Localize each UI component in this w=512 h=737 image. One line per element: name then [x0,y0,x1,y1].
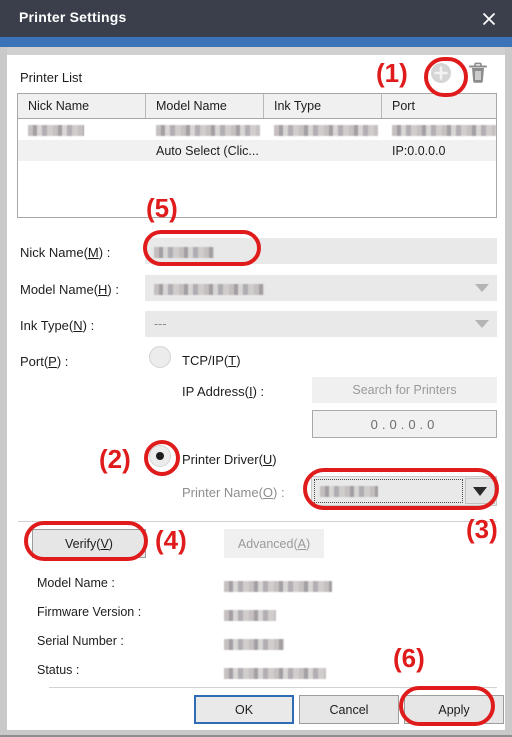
redacted-value [154,284,264,295]
redacted-value [392,124,496,136]
table-row[interactable] [18,119,496,140]
serial-number-info-label: Serial Number : [37,634,124,648]
status-info-value [224,665,326,683]
firmware-version-info-value [224,607,276,625]
cell-model-name: Auto Select (Clic... [156,143,259,158]
column-header-nick-name[interactable]: Nick Name [18,94,146,118]
printer-list-label: Printer List [20,70,83,85]
ip-octet-3: 0 [408,416,420,432]
ok-button[interactable]: OK [194,695,294,724]
printer-driver-radio[interactable] [149,445,171,467]
cancel-button-label: Cancel [329,702,369,717]
redacted-value [224,610,276,622]
ink-type-label: Ink Type(N) : [20,318,95,333]
ip-address-input[interactable]: 0 . 0 . 0 . 0 [312,410,497,438]
nick-name-input[interactable] [145,238,497,264]
printer-name-value[interactable] [314,479,463,503]
cell-nick-name [18,123,146,137]
annotation-number-4: (4) [155,525,187,555]
redacted-value [154,247,214,258]
redacted-value [224,668,326,680]
window-frame-right [505,47,512,737]
model-name-dropdown[interactable] [145,275,497,301]
radio-dot [156,452,164,460]
add-printer-button[interactable] [426,58,456,88]
footer-divider [49,687,497,688]
apply-button[interactable]: Apply [404,695,504,724]
section-divider [18,521,497,522]
model-name-info-label: Model Name : [37,576,115,590]
ink-type-value: --- [154,317,167,331]
cell-port: IP:0.0.0.0 [392,143,446,158]
ip-separator: . [419,416,428,432]
table-header-row: Nick Name Model Name Ink Type Port [18,94,496,119]
apply-button-label: Apply [438,702,470,717]
printer-settings-dialog: Printer Settings Printer List Nick Name … [0,0,512,737]
printer-name-label: Printer Name(O) : [182,485,285,500]
title-bar: Printer Settings [0,0,512,37]
status-info-label: Status : [37,663,80,677]
ip-separator: . [381,416,390,432]
annotation-number-6: (6) [393,643,425,673]
redacted-value [224,581,332,593]
search-for-printers-button[interactable]: Search for Printers [312,377,497,403]
verify-button-label: Verify(V) [65,536,113,551]
dialog-content: Printer List Nick Name Model Name Ink Ty… [7,55,505,730]
nick-name-label: Nick Name(M) : [20,245,111,260]
cell-model-name [146,123,264,137]
model-name-label: Model Name(H) : [20,282,119,297]
window-title: Printer Settings [19,9,127,25]
advanced-button[interactable]: Advanced(A) [224,529,324,558]
tcpip-radio-label[interactable]: TCP/IP(T) [182,353,241,368]
cancel-button[interactable]: Cancel [299,695,399,724]
ip-octet-2: 0 [389,416,401,432]
redacted-value [320,486,378,497]
port-label: Port(P) : [20,354,69,369]
annotation-number-2: (2) [99,444,131,474]
search-button-label: Search for Printers [352,383,457,397]
tcpip-radio[interactable] [149,346,171,368]
cell-port [382,123,496,137]
accent-strip [0,37,512,47]
close-icon[interactable] [466,0,512,37]
ip-octet-4: 0 [427,416,439,432]
annotation-number-1: (1) [376,58,408,88]
chevron-down-icon [475,284,489,292]
column-header-port[interactable]: Port [382,94,496,118]
verify-button[interactable]: Verify(V) [32,529,146,558]
window-frame-left [0,47,7,737]
chevron-down-icon [475,320,489,328]
trash-icon[interactable] [463,58,493,88]
annotation-number-3: (3) [466,514,498,544]
ip-octet-1: 0 [370,416,382,432]
ip-address-label: IP Address(I) : [182,384,265,399]
column-header-ink-type[interactable]: Ink Type [264,94,382,118]
column-header-model-name[interactable]: Model Name [146,94,264,118]
model-name-info-value [224,578,332,596]
redacted-value [28,124,84,136]
printer-driver-radio-label[interactable]: Printer Driver(U) [182,452,277,467]
ip-separator: . [400,416,409,432]
serial-number-info-value [224,636,284,654]
frame-gap [0,47,512,55]
cell-ink-type [264,123,382,137]
printer-list-table[interactable]: Nick Name Model Name Ink Type Port Auto … [17,93,497,218]
firmware-version-info-label: Firmware Version : [37,605,142,619]
printer-name-dropdown[interactable] [311,476,497,506]
ok-button-label: OK [234,702,254,717]
chevron-down-icon[interactable] [465,478,495,504]
table-row[interactable]: Auto Select (Clic... IP:0.0.0.0 [18,140,496,161]
advanced-button-label: Advanced(A) [237,536,311,551]
redacted-value [156,124,260,136]
redacted-value [224,639,284,651]
redacted-value [274,124,378,136]
ink-type-dropdown[interactable]: --- [145,311,497,337]
annotation-number-5: (5) [146,193,178,223]
